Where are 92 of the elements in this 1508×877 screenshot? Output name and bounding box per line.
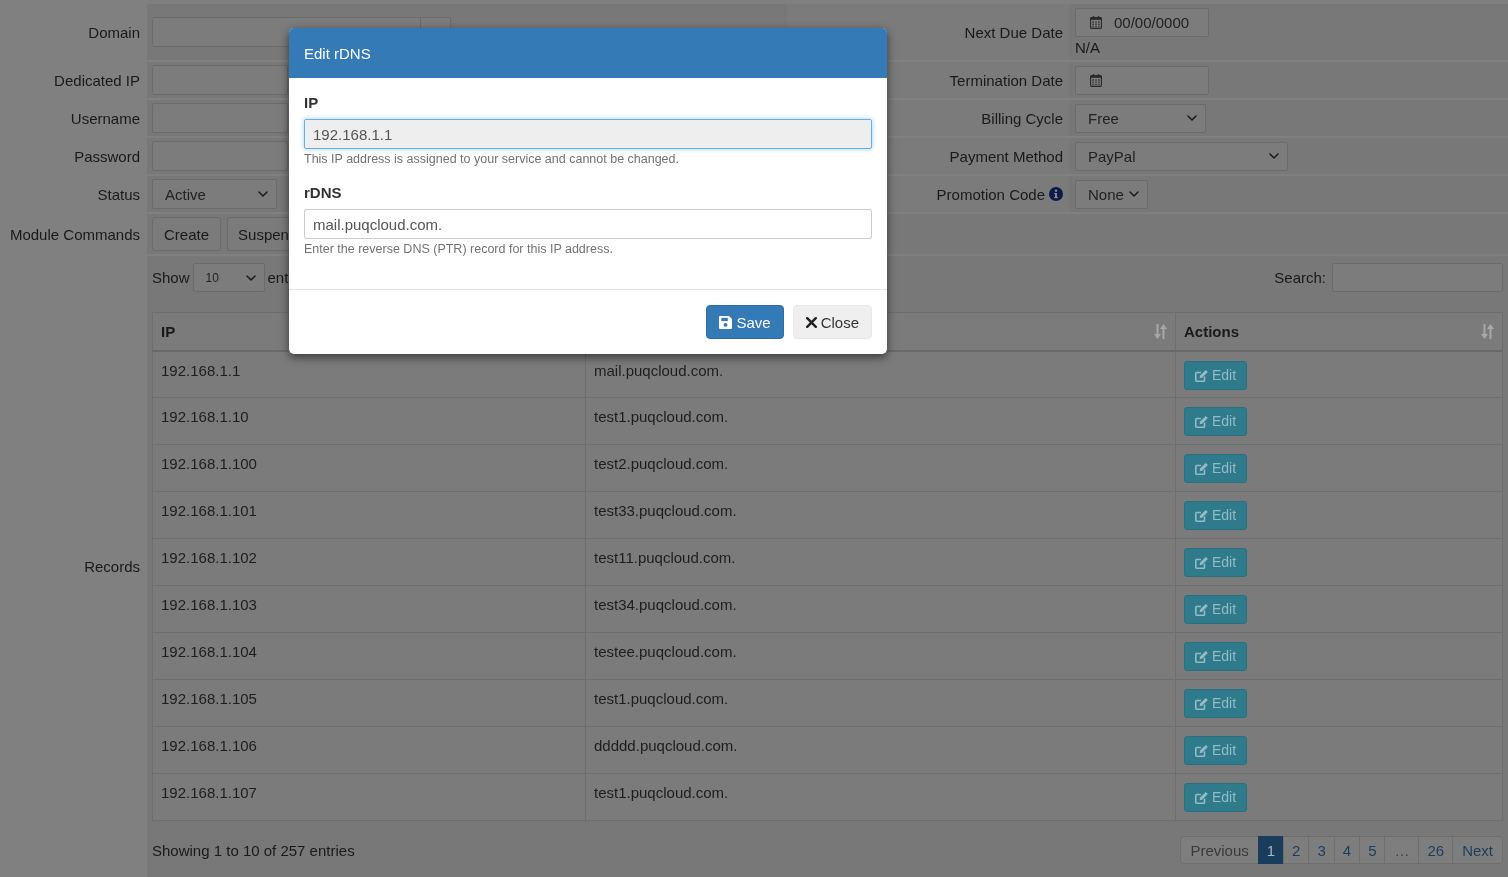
page-button[interactable]: 2 bbox=[1283, 836, 1310, 864]
select-field[interactable]: 10 bbox=[192, 263, 265, 292]
table-cell: 192.168.1.104 bbox=[152, 632, 586, 680]
dialog-title: Edit rDNS bbox=[304, 44, 371, 62]
field-label: rDNS bbox=[304, 184, 342, 202]
edit-icon bbox=[1195, 603, 1209, 616]
input-field[interactable]: mail.puqcloud.com. bbox=[304, 209, 872, 239]
column-header[interactable]: Actions bbox=[1184, 322, 1239, 340]
table-cell: 192.168.1.103 bbox=[152, 585, 586, 633]
table-cell: test1.puqcloud.com. bbox=[585, 679, 1176, 727]
select-field[interactable]: Free bbox=[1075, 103, 1206, 133]
table-cell: test11.puqcloud.com. bbox=[585, 538, 1176, 586]
table-cell: ddddd.puqcloud.com. bbox=[585, 726, 1176, 774]
edit-button[interactable]: Edit bbox=[1184, 783, 1248, 812]
close-button[interactable]: Close bbox=[792, 305, 872, 339]
field-note: N/A bbox=[1075, 39, 1101, 56]
next-page-button[interactable]: Next bbox=[1452, 836, 1503, 864]
page-button[interactable]: 5 bbox=[1359, 836, 1386, 864]
close-icon bbox=[805, 316, 817, 328]
edit-button[interactable]: Edit bbox=[1184, 689, 1248, 718]
edit-icon bbox=[1195, 791, 1209, 804]
edit-icon bbox=[1195, 415, 1209, 428]
field-label: Promotion Code bbox=[936, 185, 1045, 203]
select-field[interactable]: Active bbox=[152, 179, 277, 209]
edit-icon bbox=[1195, 744, 1209, 757]
input-field[interactable] bbox=[152, 141, 288, 171]
table-cell: 192.168.1.101 bbox=[152, 491, 586, 539]
edit-icon bbox=[1195, 556, 1209, 569]
field-label: Status bbox=[97, 185, 140, 203]
field-label: IP bbox=[304, 94, 319, 112]
edit-icon bbox=[1195, 462, 1209, 475]
edit-button[interactable]: Edit bbox=[1184, 642, 1248, 671]
table-cell: 192.168.1.10 bbox=[152, 397, 586, 445]
field-label: Username bbox=[70, 109, 140, 127]
edit-button[interactable]: Edit bbox=[1184, 501, 1248, 530]
column-header[interactable]: IP bbox=[161, 322, 176, 340]
edit-button[interactable]: Edit bbox=[1184, 454, 1248, 483]
field-label: Domain bbox=[88, 23, 140, 41]
field-label: Next Due Date bbox=[964, 23, 1063, 41]
caret-icon bbox=[245, 274, 256, 281]
table-info: Showing 1 to 10 of 257 entries bbox=[152, 841, 355, 859]
help-text: This IP address is assigned to your service and cannot be changed. bbox=[304, 152, 680, 167]
field-label: Termination Date bbox=[949, 71, 1063, 89]
edit-icon bbox=[1195, 650, 1209, 663]
table-cell: 192.168.1.100 bbox=[152, 444, 586, 492]
table-cell: test33.puqcloud.com. bbox=[585, 491, 1176, 539]
input-field[interactable]: 192.168.1.1 bbox=[304, 119, 872, 149]
page-button[interactable]: 3 bbox=[1308, 836, 1335, 864]
command-button[interactable]: Suspen bbox=[227, 217, 289, 251]
input-field[interactable] bbox=[152, 65, 288, 95]
table-cell: test1.puqcloud.com. bbox=[585, 773, 1176, 821]
edit-button[interactable]: Edit bbox=[1184, 736, 1248, 765]
show-label: Show bbox=[152, 269, 190, 286]
page-ellipsis: … bbox=[1384, 836, 1420, 864]
select-field[interactable]: None bbox=[1075, 179, 1148, 209]
field-label: Payment Method bbox=[949, 147, 1063, 165]
command-button[interactable]: Create bbox=[152, 217, 222, 251]
table-cell: 192.168.1.102 bbox=[152, 538, 586, 586]
select-field[interactable]: PayPal bbox=[1075, 141, 1288, 171]
help-text: Enter the reverse DNS (PTR) record for this IP address. bbox=[304, 242, 614, 257]
calendar-icon bbox=[1090, 16, 1102, 29]
table-cell: test1.puqcloud.com. bbox=[585, 397, 1176, 445]
date-field[interactable] bbox=[1075, 65, 1209, 95]
table-cell: test34.puqcloud.com. bbox=[585, 585, 1176, 633]
input-field[interactable] bbox=[152, 103, 288, 133]
table-cell: 192.168.1.105 bbox=[152, 679, 586, 727]
edit-icon bbox=[1195, 368, 1209, 382]
edit-button[interactable]: Edit bbox=[1184, 360, 1248, 390]
save-button[interactable]: Save bbox=[706, 305, 784, 339]
edit-button[interactable]: Edit bbox=[1184, 548, 1248, 577]
caret-icon bbox=[1129, 191, 1139, 197]
table-cell: testee.puqcloud.com. bbox=[585, 632, 1176, 680]
table-cell: 192.168.1.107 bbox=[152, 773, 586, 821]
calendar-icon bbox=[1090, 73, 1102, 87]
caret-icon bbox=[1187, 115, 1197, 121]
field-label: Password bbox=[74, 147, 140, 165]
table-cell: test2.puqcloud.com. bbox=[585, 444, 1176, 492]
edit-icon bbox=[1195, 509, 1209, 522]
field-label: Module Commands bbox=[9, 225, 140, 243]
edit-button[interactable]: Edit bbox=[1184, 595, 1248, 624]
caret-icon bbox=[258, 191, 268, 197]
search-label: Search: bbox=[1274, 269, 1326, 286]
edit-icon bbox=[1195, 697, 1209, 710]
page-button[interactable]: 26 bbox=[1418, 836, 1454, 864]
field-label: Records bbox=[84, 558, 140, 575]
caret-icon bbox=[1269, 153, 1279, 159]
entries-label: ent bbox=[267, 269, 289, 286]
edit-button[interactable]: Edit bbox=[1184, 407, 1248, 436]
field-label: Billing Cycle bbox=[981, 109, 1063, 127]
date-field[interactable]: 00/00/0000 bbox=[1075, 8, 1209, 37]
field-label: Dedicated IP bbox=[54, 71, 140, 89]
table-cell: 192.168.1.106 bbox=[152, 726, 586, 774]
